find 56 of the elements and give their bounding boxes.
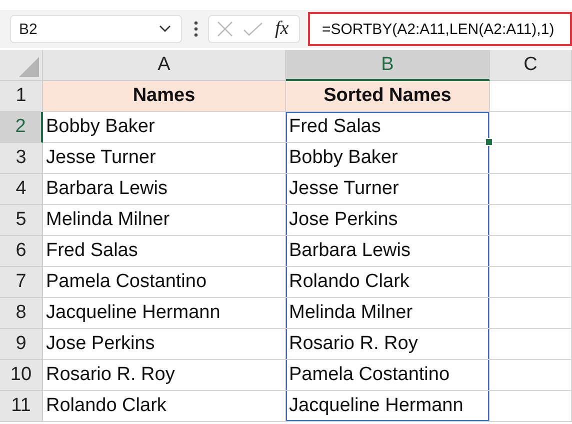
row-header[interactable]: 4 bbox=[0, 174, 43, 205]
table-cell[interactable]: Pamela Costantino bbox=[286, 360, 490, 391]
row-header[interactable]: 5 bbox=[0, 205, 43, 236]
empty-cell[interactable] bbox=[490, 391, 572, 422]
empty-cell[interactable] bbox=[490, 143, 572, 174]
vertical-dots-icon[interactable] bbox=[194, 21, 198, 37]
empty-cell[interactable] bbox=[490, 236, 572, 267]
empty-cell[interactable] bbox=[490, 174, 572, 205]
empty-cell[interactable] bbox=[490, 298, 572, 329]
table-cell[interactable]: Names bbox=[43, 81, 286, 112]
row-header[interactable]: 10 bbox=[0, 360, 43, 391]
table-cell[interactable]: Melinda Milner bbox=[43, 205, 286, 236]
name-box[interactable]: B2 bbox=[10, 15, 182, 43]
check-icon[interactable] bbox=[243, 22, 263, 36]
table-cell[interactable]: Rosario R. Roy bbox=[286, 329, 490, 360]
table-cell[interactable]: Jesse Turner bbox=[43, 143, 286, 174]
table-cell[interactable]: Rolando Clark bbox=[43, 391, 286, 422]
table-cell[interactable]: Pamela Costantino bbox=[43, 267, 286, 298]
triangle-icon bbox=[19, 57, 39, 77]
row-header[interactable]: 9 bbox=[0, 329, 43, 360]
empty-cell[interactable] bbox=[490, 360, 572, 391]
cancel-icon[interactable] bbox=[217, 21, 233, 37]
table-cell[interactable]: Rolando Clark bbox=[286, 267, 490, 298]
cell-reference: B2 bbox=[19, 20, 38, 38]
row-header[interactable]: 2 bbox=[0, 112, 43, 143]
row-header[interactable]: 7 bbox=[0, 267, 43, 298]
row-header[interactable]: 6 bbox=[0, 236, 43, 267]
table-cell[interactable]: Jacqueline Hermann bbox=[286, 391, 490, 422]
table-cell[interactable]: Jesse Turner bbox=[286, 174, 490, 205]
table-cell[interactable]: Fred Salas bbox=[286, 112, 490, 143]
table-cell[interactable]: Jacqueline Hermann bbox=[43, 298, 286, 329]
row-header[interactable]: 1 bbox=[0, 81, 43, 112]
row-header[interactable]: 8 bbox=[0, 298, 43, 329]
chevron-down-icon bbox=[159, 25, 171, 33]
row-header[interactable]: 3 bbox=[0, 143, 43, 174]
table-cell[interactable]: Bobby Baker bbox=[286, 143, 490, 174]
table-cell[interactable]: Rosario R. Roy bbox=[43, 360, 286, 391]
row-header[interactable]: 11 bbox=[0, 391, 43, 422]
empty-cell[interactable] bbox=[490, 112, 572, 143]
table-cell[interactable]: Jose Perkins bbox=[286, 205, 490, 236]
insert-function-button[interactable]: fx bbox=[275, 18, 289, 40]
table-cell[interactable]: Melinda Milner bbox=[286, 298, 490, 329]
empty-cell[interactable] bbox=[490, 267, 572, 298]
table-cell[interactable]: Fred Salas bbox=[43, 236, 286, 267]
table-cell[interactable]: Barbara Lewis bbox=[43, 174, 286, 205]
column-header[interactable]: C bbox=[490, 50, 572, 81]
empty-cell[interactable] bbox=[490, 205, 572, 236]
table-cell[interactable]: Jose Perkins bbox=[43, 329, 286, 360]
column-header[interactable]: B bbox=[286, 50, 490, 81]
column-header[interactable]: A bbox=[43, 50, 286, 81]
formula-field[interactable]: =SORTBY(A2:A11,LEN(A2:A11),1) bbox=[308, 12, 572, 46]
table-cell[interactable]: Bobby Baker bbox=[43, 112, 286, 143]
table-cell[interactable]: Barbara Lewis bbox=[286, 236, 490, 267]
table-cell[interactable]: Sorted Names bbox=[286, 81, 490, 112]
fill-handle[interactable] bbox=[485, 138, 493, 146]
empty-cell[interactable] bbox=[490, 329, 572, 360]
